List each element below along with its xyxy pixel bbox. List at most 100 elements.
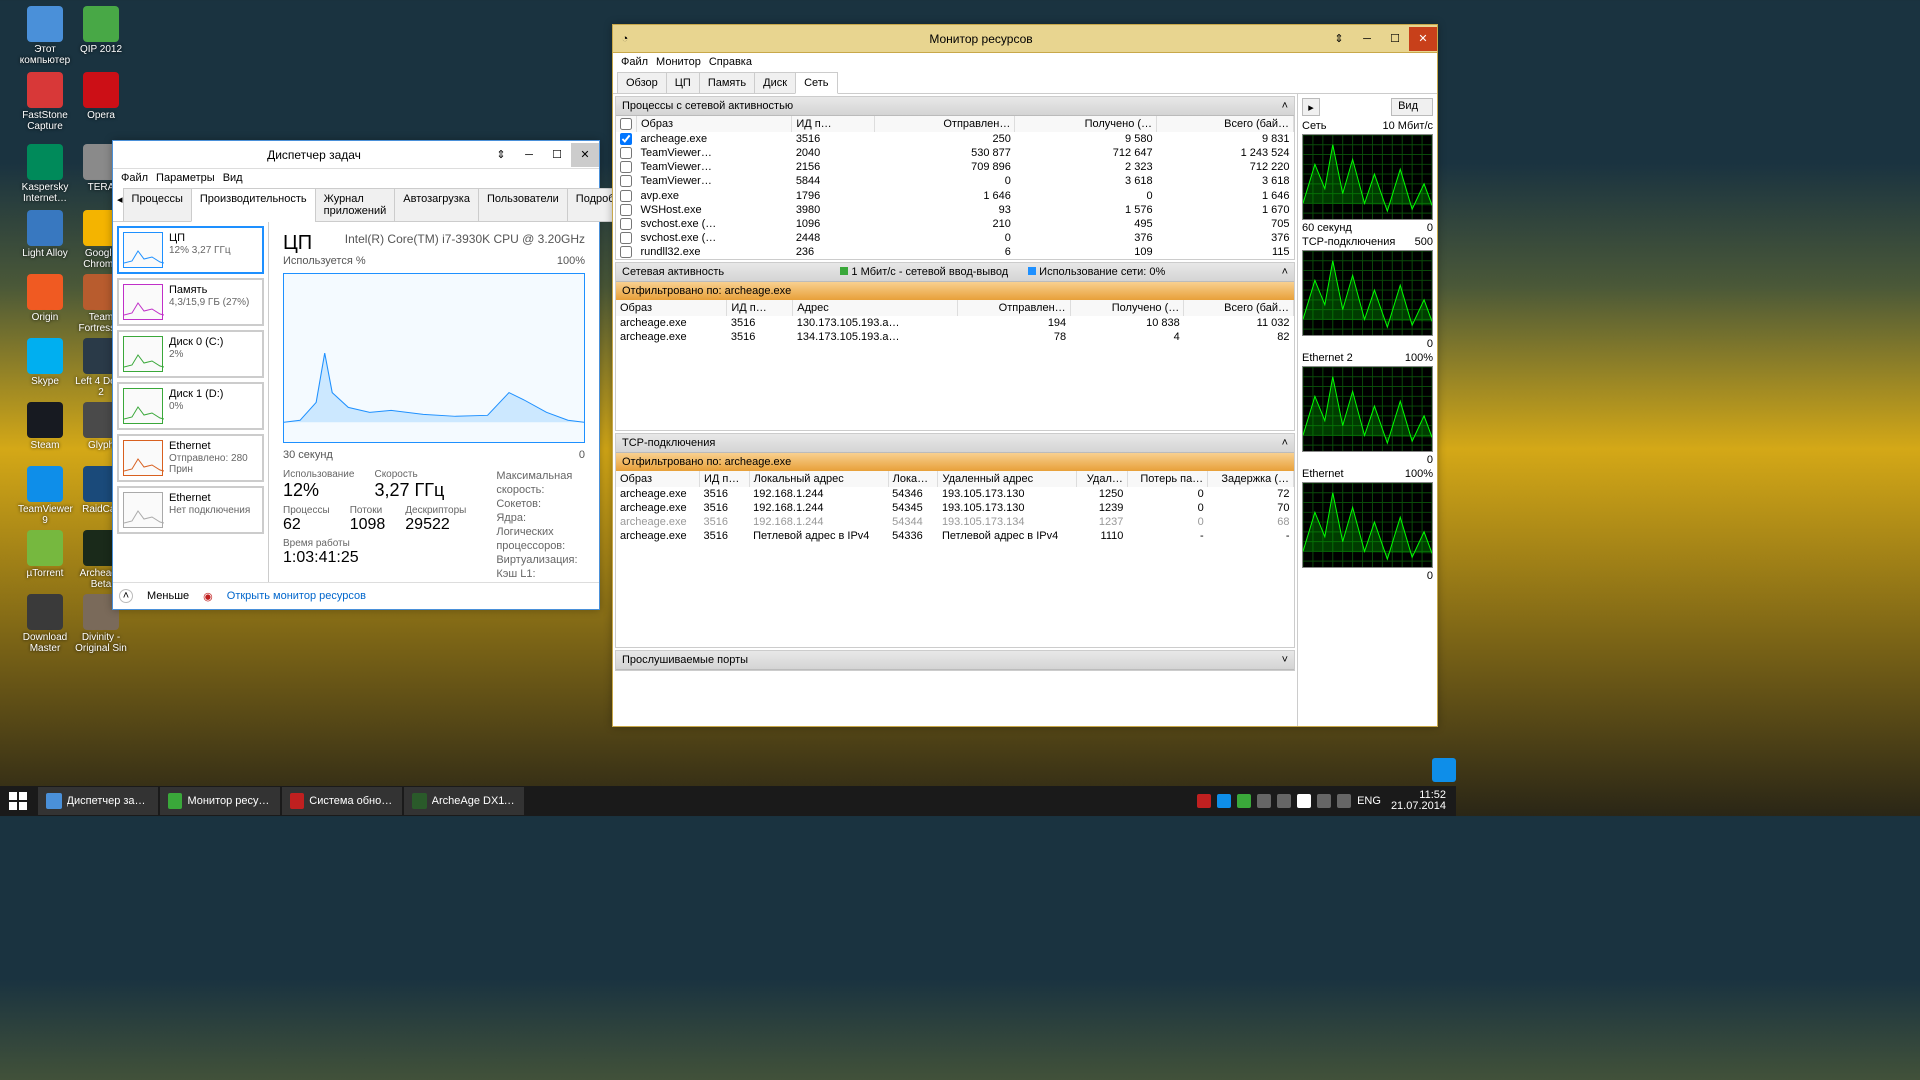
taskbar-app[interactable]: Диспетчер задач: [38, 787, 158, 815]
tab[interactable]: Обзор: [617, 72, 667, 94]
minimize-button[interactable]: ─: [1353, 27, 1381, 51]
table-row[interactable]: TeamViewer…584403 6183 618: [616, 174, 1294, 188]
desktop-icon[interactable]: Light Alloy: [18, 210, 72, 259]
column-header[interactable]: Всего (бай…: [1157, 116, 1294, 132]
desktop-icon[interactable]: Kaspersky Internet…: [18, 144, 72, 204]
chevron-up-icon[interactable]: ˄: [1282, 100, 1288, 112]
menu-item[interactable]: Справка: [709, 56, 752, 68]
maximize-button[interactable]: ☐: [1381, 27, 1409, 51]
expand-icon[interactable]: ⇕: [1325, 27, 1353, 51]
ports-header[interactable]: Прослушиваемые порты˅: [616, 651, 1294, 670]
row-checkbox[interactable]: [620, 218, 632, 230]
column-header[interactable]: Получено (…: [1015, 116, 1157, 132]
column-header[interactable]: Удал…: [1077, 471, 1127, 487]
view-dropdown[interactable]: Вид: [1391, 98, 1433, 116]
desktop-icon[interactable]: FastStone Capture: [18, 72, 72, 132]
performance-card[interactable]: EthernetОтправлено: 280 Прин: [117, 434, 264, 482]
row-checkbox[interactable]: [620, 133, 632, 145]
close-button[interactable]: ✕: [571, 143, 599, 167]
desktop-icon[interactable]: Steam: [18, 402, 72, 451]
desktop-icon[interactable]: µTorrent: [18, 530, 72, 579]
tab[interactable]: Процессы: [123, 188, 192, 222]
menu-item[interactable]: Вид: [223, 172, 243, 184]
resource-monitor-titlebar[interactable]: ◔ Монитор ресурсов ⇕ ─ ☐ ✕: [613, 25, 1437, 53]
start-button[interactable]: [0, 786, 36, 816]
row-checkbox[interactable]: [620, 204, 632, 216]
column-header[interactable]: Образ: [616, 471, 700, 487]
row-checkbox[interactable]: [620, 232, 632, 244]
column-header[interactable]: Адрес: [793, 300, 958, 316]
column-header[interactable]: Удаленный адрес: [938, 471, 1077, 487]
row-checkbox[interactable]: [620, 161, 632, 173]
tray-icon[interactable]: [1197, 794, 1211, 808]
column-header[interactable]: Отправлен…: [874, 116, 1015, 132]
action-center-icon[interactable]: [1297, 794, 1311, 808]
teamviewer-widget[interactable]: [1432, 758, 1456, 782]
performance-card[interactable]: Диск 0 (C:)2%: [117, 330, 264, 378]
processes-header[interactable]: Процессы с сетевой активностью˄: [616, 97, 1294, 116]
column-header[interactable]: Потерь па…: [1127, 471, 1207, 487]
table-row[interactable]: archeage.exe3516134.173.105.193.a…78482: [616, 330, 1294, 344]
performance-card[interactable]: ЦП12% 3,27 ГГц: [117, 226, 264, 274]
tab[interactable]: Сеть: [795, 72, 837, 94]
chevron-down-icon[interactable]: ˅: [1282, 654, 1288, 666]
performance-card[interactable]: Диск 1 (D:)0%: [117, 382, 264, 430]
open-resource-monitor-link[interactable]: Открыть монитор ресурсов: [227, 590, 366, 602]
desktop-icon[interactable]: QIP 2012: [74, 6, 128, 55]
column-header[interactable]: ИД п…: [792, 116, 874, 132]
row-checkbox[interactable]: [620, 147, 632, 159]
table-row[interactable]: TeamViewer…2040530 877712 6471 243 524: [616, 146, 1294, 160]
menu-item[interactable]: Монитор: [656, 56, 701, 68]
select-all-checkbox[interactable]: [620, 118, 632, 130]
tray-icon[interactable]: [1257, 794, 1271, 808]
column-header[interactable]: Всего (бай…: [1184, 300, 1294, 316]
tab[interactable]: ЦП: [666, 72, 700, 94]
tab[interactable]: Журнал приложений: [315, 188, 396, 222]
column-header[interactable]: Лока…: [888, 471, 938, 487]
expand-icon[interactable]: ⇕: [487, 143, 515, 167]
column-header[interactable]: Образ: [616, 300, 727, 316]
column-header[interactable]: Отправлен…: [957, 300, 1070, 316]
table-row[interactable]: svchost.exe (…24480376376: [616, 231, 1294, 245]
table-row[interactable]: rundll32.exe2366109115: [616, 245, 1294, 259]
desktop-icon[interactable]: TeamViewer 9: [18, 466, 72, 526]
tab[interactable]: Память: [699, 72, 755, 94]
tab[interactable]: Автозагрузка: [394, 188, 479, 222]
row-checkbox[interactable]: [620, 175, 632, 187]
column-header[interactable]: Получено (…: [1070, 300, 1184, 316]
table-row[interactable]: archeage.exe3516192.168.1.24454346193.10…: [616, 487, 1294, 501]
column-header[interactable]: Локальный адрес: [749, 471, 888, 487]
chevron-up-icon[interactable]: ˄: [1282, 266, 1288, 278]
menu-item[interactable]: Файл: [621, 56, 648, 68]
row-checkbox[interactable]: [620, 190, 632, 202]
table-row[interactable]: TeamViewer…2156709 8962 323712 220: [616, 160, 1294, 174]
resource-monitor-window[interactable]: ◔ Монитор ресурсов ⇕ ─ ☐ ✕ Файл Монитор Сп…: [612, 24, 1438, 727]
desktop-icon[interactable]: Origin: [18, 274, 72, 323]
table-row[interactable]: WSHost.exe3980931 5761 670: [616, 203, 1294, 217]
maximize-button[interactable]: ☐: [543, 143, 571, 167]
network-activity-header[interactable]: Сетевая активность 1 Мбит/с - сетевой вв…: [616, 263, 1294, 282]
network-activity-table[interactable]: ОбразИД п…АдресОтправлен…Получено (…Всег…: [616, 300, 1294, 344]
table-row[interactable]: archeage.exe3516Петлевой адрес в IPv4543…: [616, 529, 1294, 543]
task-manager-titlebar[interactable]: Диспетчер задач ⇕ ─ ☐ ✕: [113, 141, 599, 169]
close-button[interactable]: ✕: [1409, 27, 1437, 51]
language-indicator[interactable]: ENG: [1357, 795, 1381, 807]
desktop-icon[interactable]: Opera: [74, 72, 128, 121]
collapse-arrow-button[interactable]: ▸: [1302, 98, 1320, 116]
tab[interactable]: Пользователи: [478, 188, 568, 222]
column-header[interactable]: Задержка (…: [1208, 471, 1294, 487]
fewer-details-button[interactable]: Меньше: [147, 590, 189, 602]
taskbar-app[interactable]: ArcheAge DX11 …: [404, 787, 524, 815]
processes-table[interactable]: ОбразИД п…Отправлен…Получено (…Всего (ба…: [616, 116, 1294, 259]
tcp-header[interactable]: TCP-подключения˄: [616, 434, 1294, 453]
table-row[interactable]: avp.exe17961 64601 646: [616, 188, 1294, 202]
table-row[interactable]: archeage.exe3516130.173.105.193.a…19410 …: [616, 316, 1294, 330]
performance-card[interactable]: Память4,3/15,9 ГБ (27%): [117, 278, 264, 326]
network-icon[interactable]: [1317, 794, 1331, 808]
tray-icon[interactable]: [1217, 794, 1231, 808]
chevron-up-icon[interactable]: ˄: [119, 589, 133, 603]
menu-item[interactable]: Параметры: [156, 172, 215, 184]
minimize-button[interactable]: ─: [515, 143, 543, 167]
taskbar-app[interactable]: Система обновл…: [282, 787, 402, 815]
tab[interactable]: Диск: [754, 72, 796, 94]
